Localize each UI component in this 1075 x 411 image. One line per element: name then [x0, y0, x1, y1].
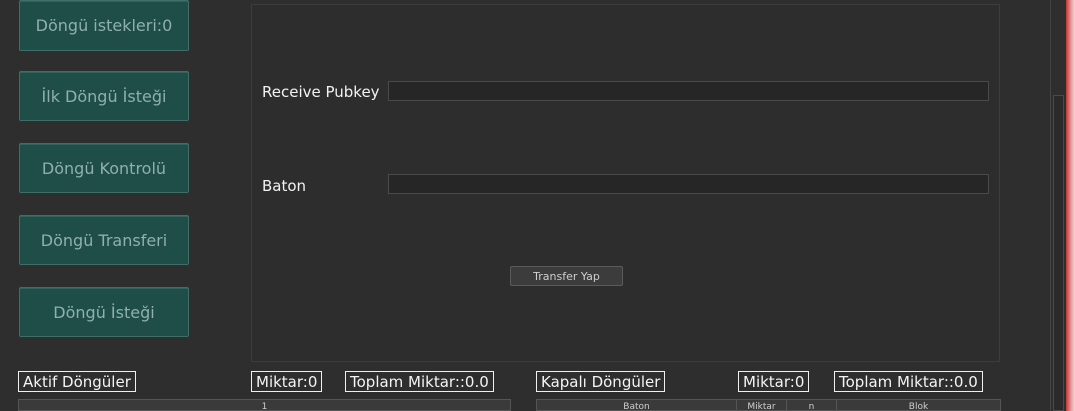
column-header-n[interactable]: n: [787, 400, 837, 410]
loop-request-button[interactable]: Döngü İsteği: [19, 287, 189, 337]
active-loops-total-amount: Toplam Miktar::0.0: [345, 371, 494, 392]
loop-transfer-button[interactable]: Döngü Transferi: [19, 215, 189, 265]
baton-label: Baton: [262, 177, 307, 195]
transfer-panel: Receive Pubkey Baton Transfer Yap: [251, 4, 1000, 362]
scrollbar-thumb[interactable]: [1053, 95, 1064, 411]
first-loop-request-button[interactable]: İlk Döngü İsteği: [19, 71, 189, 121]
vertical-scrollbar[interactable]: [1050, 0, 1067, 411]
loop-requests-button[interactable]: Döngü istekleri:0: [19, 0, 189, 51]
column-header-blok[interactable]: Blok: [837, 400, 1000, 410]
column-header[interactable]: 1: [19, 400, 510, 410]
column-header-baton[interactable]: Baton: [537, 400, 737, 410]
closed-loops-amount: Miktar:0: [738, 371, 810, 392]
closed-loops-title: Kapalı Döngüler: [536, 371, 666, 392]
closed-loops-table-header: Baton Miktar n Blok: [536, 399, 1001, 411]
closed-loops-total-amount: Toplam Miktar::0.0: [834, 371, 983, 392]
transfer-button[interactable]: Transfer Yap: [510, 266, 623, 286]
active-loops-amount: Miktar:0: [251, 371, 323, 392]
receive-pubkey-label: Receive Pubkey: [262, 83, 380, 101]
loop-control-button[interactable]: Döngü Kontrolü: [19, 143, 189, 193]
active-loops-title: Aktif Döngüler: [18, 371, 136, 392]
window-edge: [1066, 0, 1075, 411]
column-header-miktar[interactable]: Miktar: [737, 400, 787, 410]
baton-input[interactable]: [388, 174, 989, 194]
active-loops-table-header: 1: [18, 399, 511, 411]
receive-pubkey-input[interactable]: [388, 81, 989, 101]
